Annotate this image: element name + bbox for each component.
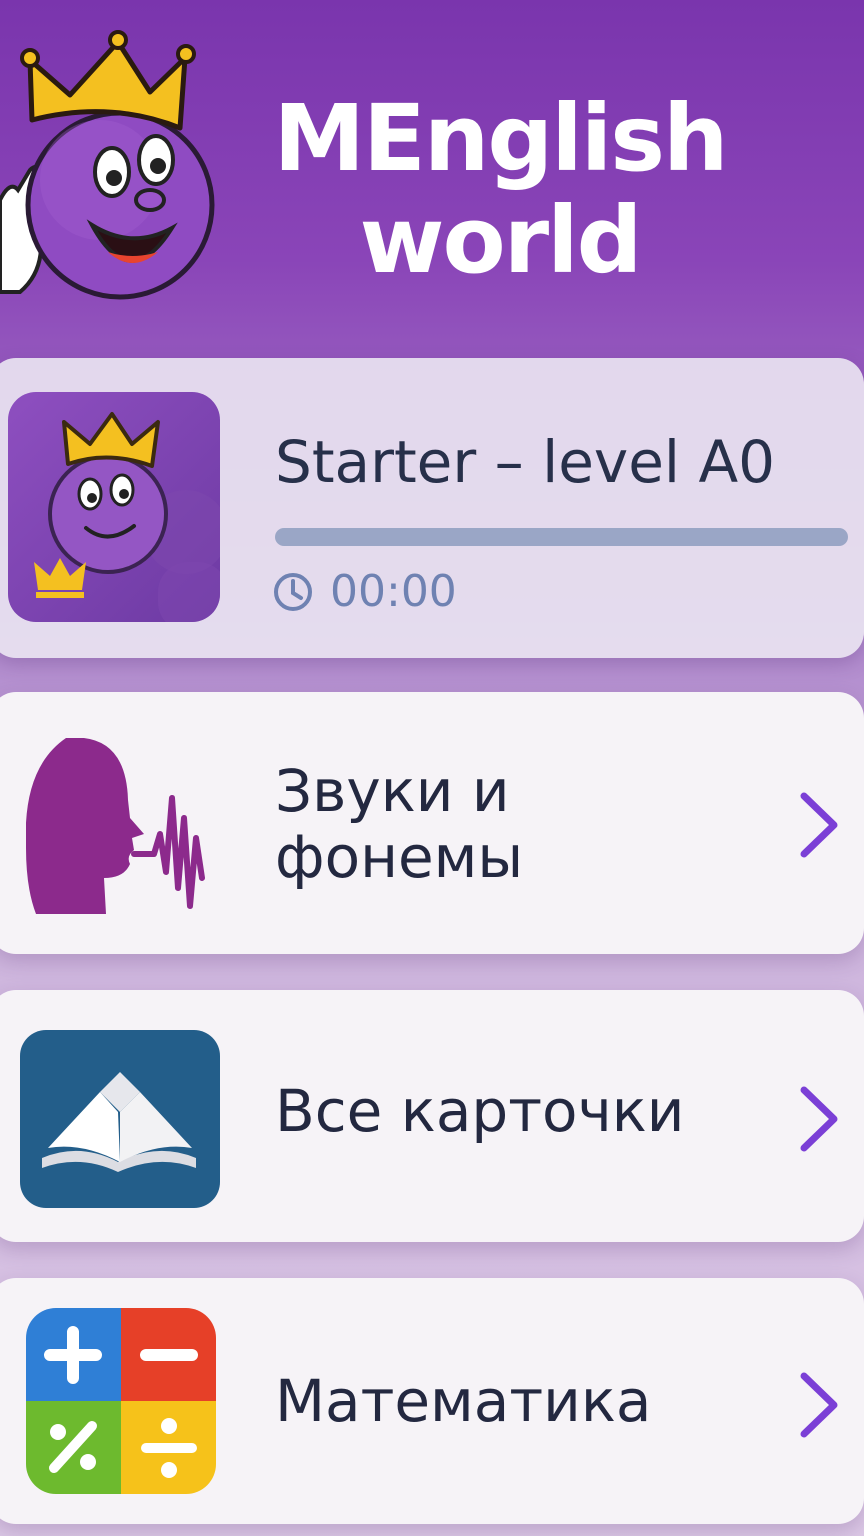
book-icon [20,1030,220,1208]
app-header: MEnglish world [0,0,864,340]
level-thumbnail [8,392,220,622]
app-title: MEnglish world [240,88,760,292]
chevron-right-icon [800,1086,838,1152]
level-time: 00:00 [330,566,457,617]
level-title: Starter – level A0 [275,428,776,496]
chevron-right-icon [800,1372,838,1438]
app-title-line2: world [359,187,643,294]
chevron-right-icon [800,792,838,858]
clock-icon [274,572,312,611]
mascot-logo-icon [0,30,215,300]
menu-item-sounds-label: Звуки и фонемы [275,757,524,891]
level-card[interactable]: Starter – level A0 00:00 [0,358,864,658]
level-timer: 00:00 [272,566,457,617]
menu-item-cards-label: Все карточки [275,1077,685,1145]
menu-item-math-label: Математика [275,1367,652,1435]
speaking-head-icon [26,738,205,914]
level-progress-bar [275,528,848,546]
math-operations-icon [26,1308,216,1494]
app-title-line1: MEnglish [273,85,728,192]
menu-item-math[interactable]: Математика [0,1278,864,1524]
menu-item-cards[interactable]: Все карточки [0,990,864,1242]
mascot-thumbnail-icon [34,412,220,622]
menu-item-sounds[interactable]: Звуки и фонемы [0,692,864,954]
